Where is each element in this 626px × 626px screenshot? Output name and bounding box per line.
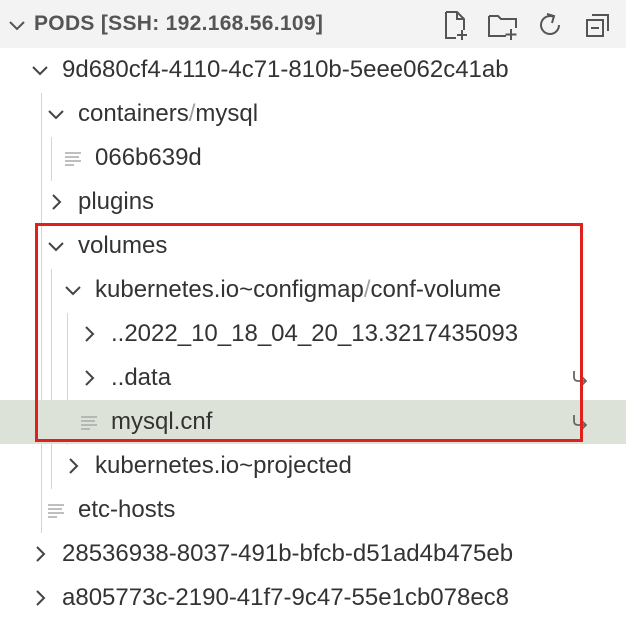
chevron-right-icon[interactable]	[29, 587, 51, 609]
symlink-icon	[573, 415, 588, 430]
chevron-down-icon[interactable]	[45, 235, 67, 257]
tree-item-pod-1[interactable]: 9d680cf4-4110-4c71-810b-5eee062c41ab	[0, 48, 626, 92]
tree-item-etc-hosts[interactable]: etc-hosts	[0, 488, 626, 532]
tree-item-volumes[interactable]: volumes	[0, 224, 626, 268]
tree-item-label: mysql.cnf	[111, 408, 213, 435]
tree-item-label: kubernetes.io~configmap/conf-volume	[95, 276, 502, 303]
chevron-right-icon[interactable]	[62, 455, 84, 477]
tree-item-label: 9d680cf4-4110-4c71-810b-5eee062c41ab	[62, 56, 509, 83]
tree-item-containers[interactable]: containers/mysql	[0, 92, 626, 136]
new-folder-icon[interactable]	[486, 8, 520, 42]
chevron-down-icon[interactable]	[29, 59, 51, 81]
tree-item-label: containers/mysql	[78, 100, 259, 127]
tree-item-data-dir[interactable]: ..data	[0, 356, 626, 400]
tree-item-label: 28536938-8037-491b-bfcb-d51ad4b475eb	[62, 540, 514, 567]
file-icon	[65, 152, 81, 166]
tree-item-mysql-cnf[interactable]: mysql.cnf	[0, 400, 626, 444]
tree-item-label: a805773c-2190-41f7-9c47-55e1cb078ec8	[62, 584, 510, 611]
chevron-down-icon[interactable]	[45, 103, 67, 125]
file-icon	[81, 416, 97, 430]
file-icon	[48, 504, 64, 518]
tree-item-pod-2[interactable]: 28536938-8037-491b-bfcb-d51ad4b475eb	[0, 532, 626, 576]
tree-item-timestamp-dir[interactable]: ..2022_10_18_04_20_13.3217435093	[0, 312, 626, 356]
tree-item-projected[interactable]: kubernetes.io~projected	[0, 444, 626, 488]
chevron-right-icon[interactable]	[29, 543, 51, 565]
tree-item-label: volumes	[78, 232, 168, 259]
tree-item-configmap[interactable]: kubernetes.io~configmap/conf-volume	[0, 268, 626, 312]
tree-item-label: ..2022_10_18_04_20_13.3217435093	[111, 320, 519, 347]
tree-item-label: kubernetes.io~projected	[95, 452, 352, 479]
tree-item-pod-3[interactable]: a805773c-2190-41f7-9c47-55e1cb078ec8	[0, 576, 626, 620]
chevron-right-icon[interactable]	[78, 367, 100, 389]
tree-item-label: ..data	[111, 364, 172, 391]
tree-item-file-066b639d[interactable]: 066b639d	[0, 136, 626, 180]
chevron-down-icon[interactable]	[6, 14, 28, 36]
refresh-icon[interactable]	[533, 8, 567, 42]
new-file-icon[interactable]	[438, 8, 472, 42]
panel-title: PODS [SSH: 192.168.56.109]	[34, 12, 324, 35]
chevron-down-icon[interactable]	[62, 279, 84, 301]
collapse-all-icon[interactable]	[581, 8, 615, 42]
symlink-icon	[573, 371, 588, 386]
tree-item-label: plugins	[78, 188, 155, 215]
chevron-right-icon[interactable]	[45, 191, 67, 213]
chevron-right-icon[interactable]	[78, 323, 100, 345]
tree-item-plugins[interactable]: plugins	[0, 180, 626, 224]
tree-item-label: 066b639d	[95, 144, 202, 171]
pods-panel-header[interactable]: PODS [SSH: 192.168.56.109]	[0, 0, 626, 48]
tree-item-label: etc-hosts	[78, 496, 176, 523]
